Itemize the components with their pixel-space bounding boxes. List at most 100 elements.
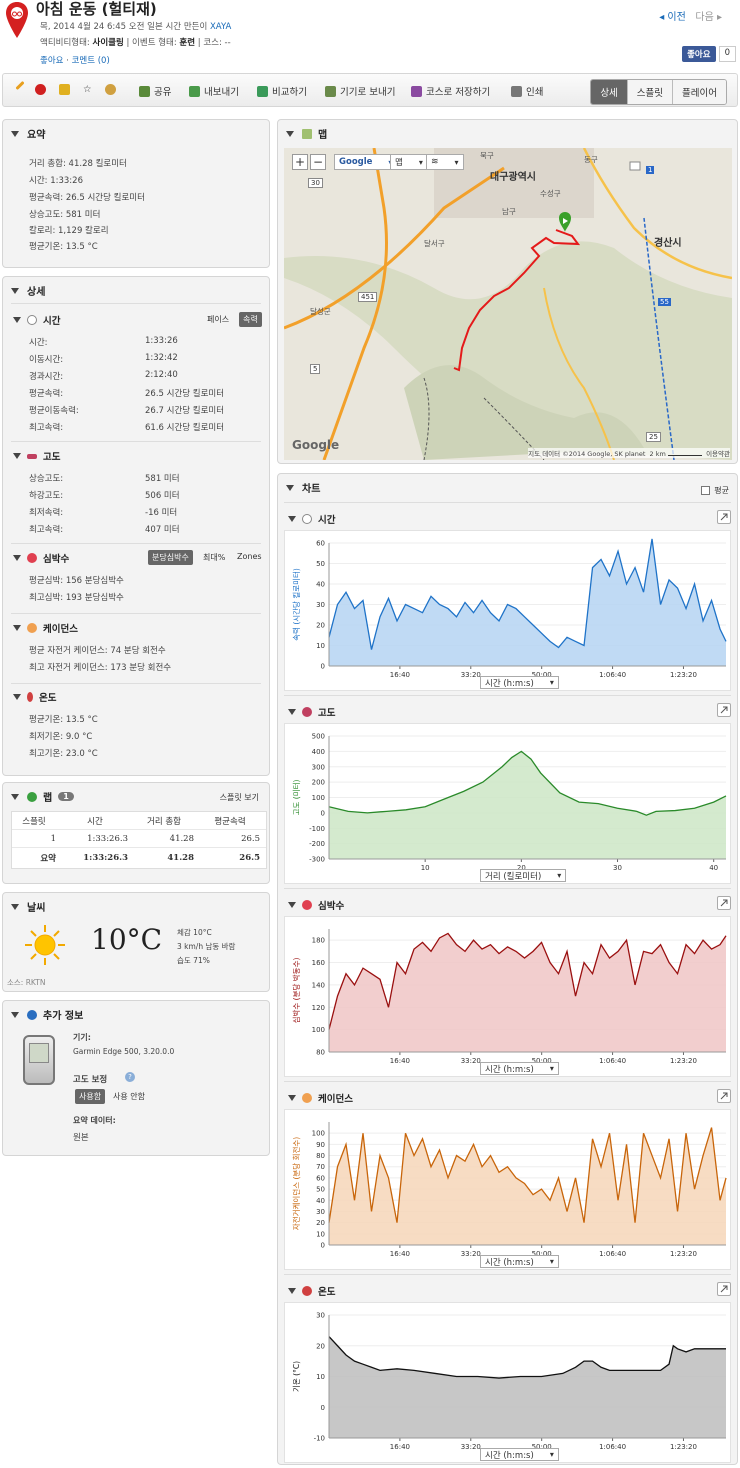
prev-link[interactable]: ◂ 이전 bbox=[659, 12, 686, 23]
collapse-icon[interactable] bbox=[286, 130, 294, 137]
detail-header[interactable]: 상세 bbox=[11, 283, 45, 298]
fb-like-button[interactable]: 좋아요 bbox=[682, 46, 716, 62]
extra-info-header[interactable]: 추가 정보 bbox=[11, 1007, 83, 1022]
expand-chart-icon[interactable] bbox=[717, 703, 731, 717]
chart-speed-svg[interactable]: 0102030405060속력 (시간당 킬로미터)16:40 33:20 50:0… bbox=[285, 531, 732, 692]
avg-checkbox[interactable]: 평균 bbox=[701, 485, 729, 496]
collapse-icon[interactable] bbox=[286, 484, 294, 491]
tab-split[interactable]: 스플릿 bbox=[626, 80, 673, 104]
weather-header[interactable]: 날씨 bbox=[11, 899, 45, 914]
y-tick-label: 10 bbox=[316, 642, 325, 650]
hr-zones-toggle[interactable]: Zones bbox=[237, 552, 262, 561]
export-button[interactable]: 내보내기 bbox=[189, 84, 239, 98]
elevation-section-title[interactable]: 고도 bbox=[13, 449, 60, 463]
map-layers-select[interactable]: ≋ bbox=[426, 154, 464, 170]
chart-elev-title[interactable]: 고도 bbox=[288, 705, 335, 719]
map-type-select[interactable]: 맵 bbox=[390, 154, 428, 170]
map-provider-select[interactable]: Google bbox=[334, 154, 398, 170]
map-view[interactable]: + − Google 맵 ≋ 대구광역시 경산시 북구 수성구 남구 달서구 달… bbox=[284, 148, 732, 460]
checkbox-icon[interactable] bbox=[701, 486, 711, 495]
y-tick-label: 20 bbox=[316, 622, 325, 630]
chart-temp-title[interactable]: 온도 bbox=[288, 1284, 335, 1298]
y-tick-label: 100 bbox=[312, 1130, 325, 1138]
time-section-title[interactable]: 시간 bbox=[13, 313, 60, 327]
expand-chart-icon[interactable] bbox=[717, 1089, 731, 1103]
chart-elev[interactable]: -300 -200 -100 0 100 200 300 400 500 고도 (미터) 10 20 3… bbox=[284, 723, 731, 884]
delete-icon[interactable] bbox=[35, 84, 50, 95]
stat-label: 최저속력: bbox=[29, 508, 64, 518]
weather-temp: 10°C bbox=[91, 923, 163, 956]
split-view-link[interactable]: 스플릿 보기 bbox=[220, 792, 259, 803]
temperature-section-title[interactable]: 온도 bbox=[13, 690, 56, 704]
cadence-section-title[interactable]: 케이던스 bbox=[13, 621, 78, 635]
send-to-device-button[interactable]: 기기로 보내기 bbox=[325, 84, 395, 98]
laps-header[interactable]: 랩1 bbox=[11, 789, 74, 804]
chart-cad[interactable]: 0 10 20 30 40 50 60 70 80 90 100 자전거케이던스 (분당 회전수) 16… bbox=[284, 1109, 731, 1270]
chart-cad-title[interactable]: 케이던스 bbox=[288, 1091, 353, 1105]
stat-label: 평균이동속력: bbox=[29, 406, 79, 416]
collapse-icon[interactable] bbox=[11, 130, 19, 137]
elevation-correction-on[interactable]: 사용함 bbox=[75, 1089, 106, 1104]
collapse-icon[interactable] bbox=[11, 1011, 19, 1018]
speed-toggle[interactable]: 속력 bbox=[239, 312, 262, 327]
x-axis-select[interactable]: 거리 (킬로미터) bbox=[480, 869, 567, 882]
author-link[interactable]: XAYA bbox=[210, 22, 231, 32]
x-axis-select[interactable]: 시간 (h:m:s) bbox=[480, 1062, 559, 1075]
help-icon[interactable]: ? bbox=[125, 1072, 135, 1082]
x-tick-label: 16:40 bbox=[390, 1250, 410, 1258]
y-tick-label: 40 bbox=[316, 581, 325, 589]
y-tick-label: 10 bbox=[316, 1373, 325, 1381]
edit-icon[interactable] bbox=[15, 80, 29, 91]
chart-cad-svg[interactable]: 0 10 20 30 40 50 60 70 80 90 100 자전거케이던스 (분당 회전수) 16… bbox=[285, 1110, 732, 1271]
hr-max-toggle[interactable]: 최대% bbox=[203, 552, 225, 563]
collapse-icon[interactable] bbox=[11, 903, 19, 910]
next-link[interactable]: 다음 ▸ bbox=[695, 12, 722, 23]
chart-speed-title[interactable]: 시간 bbox=[288, 512, 335, 526]
chart-elev-svg[interactable]: -300-200-1000100200300400500고도 (미터)10 20 3… bbox=[285, 724, 732, 885]
lock-icon[interactable] bbox=[59, 84, 74, 95]
share-button[interactable]: 공유 bbox=[139, 84, 171, 98]
facebook-like[interactable]: 좋아요 0 bbox=[682, 46, 736, 62]
summary-panel: 요약 거리 총합: 41.28 킬로미터 시간: 1:33:26 평균속력: 2… bbox=[2, 119, 270, 268]
star-icon[interactable]: ☆ bbox=[83, 84, 92, 95]
x-axis-select[interactable]: 시간 (h:m:s) bbox=[480, 676, 559, 689]
laps-panel: 랩1 스플릿 보기 스플릿 시간 거리 총합 평균속력 1 1:33:26.3 … bbox=[2, 782, 270, 884]
chart-temp[interactable]: -10 0 10 20 30 기온 (°C) 16:40 33:20 50:00 1:06:40 1… bbox=[284, 1302, 731, 1463]
chart-speed[interactable]: 0 10 20 30 40 50 60 속력 (시간당 킬로미터) 16:40 33:20 50:0… bbox=[284, 530, 731, 691]
zoom-in-button[interactable]: + bbox=[292, 154, 308, 170]
detail-panel: 상세 시간 페이스 속력 시간: 1:33:26 이동시간: 1:32:42 경과시간:… bbox=[2, 276, 270, 776]
expand-chart-icon[interactable] bbox=[717, 1282, 731, 1296]
zoom-out-button[interactable]: − bbox=[310, 154, 326, 170]
chart-temp-svg[interactable]: -100102030기온 (°C)16:40 33:20 50:00 1:06:40 1… bbox=[285, 1303, 732, 1464]
y-tick-label: 30 bbox=[316, 1312, 325, 1320]
chart-hr-title[interactable]: 심박수 bbox=[288, 898, 344, 912]
print-button[interactable]: 인쇄 bbox=[511, 84, 543, 98]
hr-bpm-toggle[interactable]: 분당심박수 bbox=[148, 550, 193, 565]
collapse-icon[interactable] bbox=[11, 793, 19, 800]
like-link[interactable]: 좋아요 bbox=[40, 56, 63, 66]
x-axis-select[interactable]: 시간 (h:m:s) bbox=[480, 1448, 559, 1461]
people-icon[interactable] bbox=[105, 84, 120, 95]
tab-detail[interactable]: 상세 bbox=[591, 80, 627, 104]
comments-link[interactable]: 코멘트 (0) bbox=[72, 56, 110, 66]
table-row[interactable]: 1 1:33:26.3 41.28 26.5 bbox=[12, 830, 266, 848]
expand-chart-icon[interactable] bbox=[717, 896, 731, 910]
x-axis-select[interactable]: 시간 (h:m:s) bbox=[480, 1255, 559, 1268]
save-course-button[interactable]: 코스로 저장하기 bbox=[411, 84, 490, 98]
chart-hr-svg[interactable]: 80100120140160180심박수 (분당 박동수)16:40 33:20 5… bbox=[285, 917, 732, 1078]
hr-section-title[interactable]: 심박수 bbox=[13, 551, 69, 565]
chart-hr[interactable]: 80 100 120 140 160 180 심박수 (분당 박동수) 16:40 33:20 5… bbox=[284, 916, 731, 1077]
elevation-correction-label: 고도 보정 bbox=[73, 1075, 108, 1085]
tab-player[interactable]: 플레이어 bbox=[672, 80, 726, 104]
map-header[interactable]: 맵 bbox=[286, 126, 327, 141]
pace-toggle[interactable]: 페이스 bbox=[207, 314, 229, 325]
charts-header[interactable]: 차트 bbox=[286, 480, 320, 495]
hr-avg: 평균심박: 156 분당심박수 bbox=[29, 576, 124, 586]
start-marker[interactable] bbox=[559, 212, 571, 232]
collapse-icon[interactable] bbox=[11, 287, 19, 294]
expand-chart-icon[interactable] bbox=[717, 510, 731, 524]
compare-button[interactable]: 비교하기 bbox=[257, 84, 307, 98]
elevation-correction-off[interactable]: 사용 안함 bbox=[113, 1091, 145, 1102]
summary-header[interactable]: 요약 bbox=[11, 126, 45, 141]
stat-label: 최고속력: bbox=[29, 423, 64, 433]
